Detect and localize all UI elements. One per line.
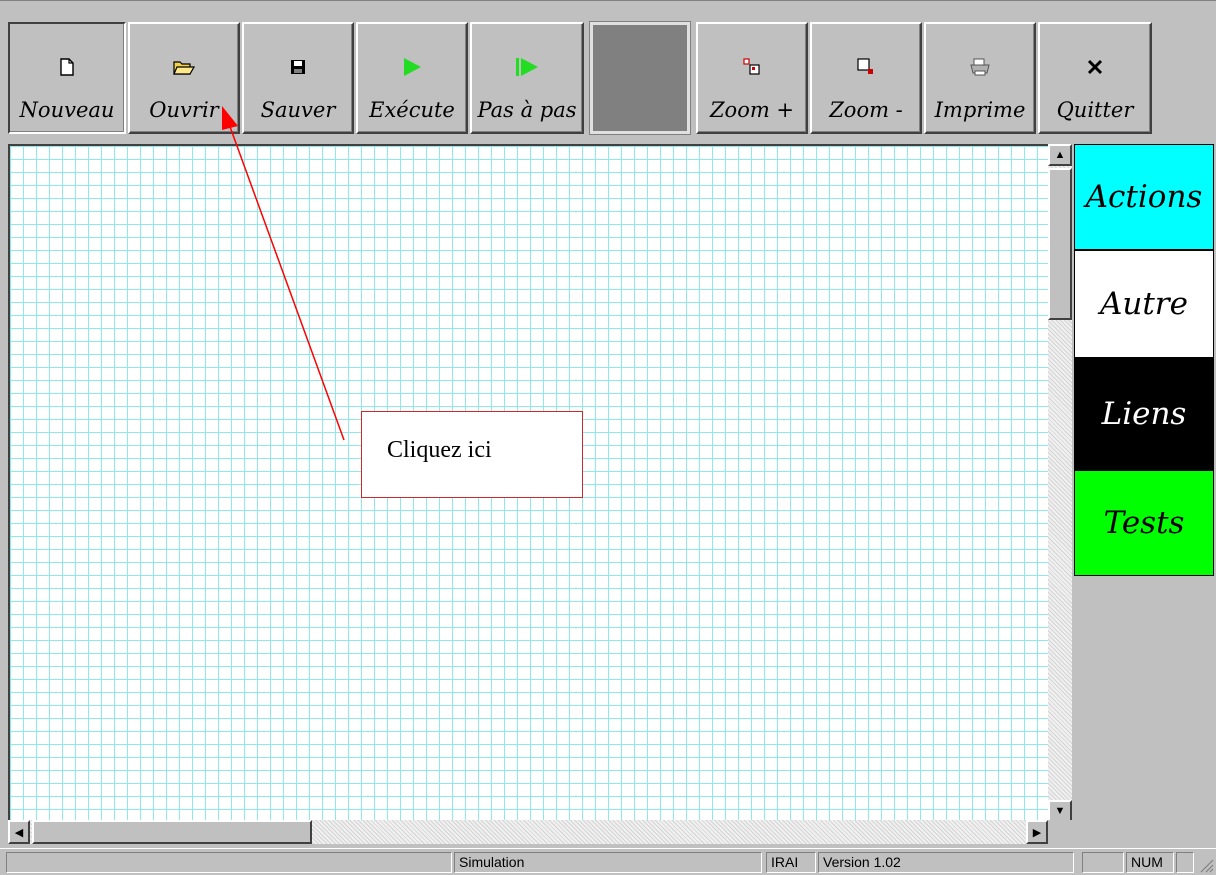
vertical-scrollbar[interactable]: ▲ ▼ bbox=[1048, 144, 1072, 822]
scroll-up-button[interactable]: ▲ bbox=[1048, 144, 1072, 166]
palette-actions-button[interactable]: Actions bbox=[1074, 144, 1214, 250]
close-x-icon bbox=[1040, 56, 1150, 78]
scroll-down-button[interactable]: ▼ bbox=[1048, 800, 1072, 822]
new-document-icon bbox=[10, 56, 124, 78]
status-app: IRAI bbox=[766, 852, 816, 873]
printer-icon bbox=[926, 56, 1034, 78]
palette-liens-button[interactable]: Liens bbox=[1074, 358, 1214, 470]
zoom-out-button-label: Zoom - bbox=[829, 98, 903, 122]
horizontal-scroll-thumb[interactable] bbox=[32, 820, 312, 844]
vertical-scroll-thumb[interactable] bbox=[1048, 168, 1072, 320]
save-button-label: Sauver bbox=[260, 98, 336, 122]
scrollbar-corner bbox=[1048, 820, 1072, 844]
palette-tests-label: Tests bbox=[1103, 505, 1185, 541]
status-bar: Simulation IRAI Version 1.02 NUM bbox=[0, 848, 1216, 875]
open-button-label: Ouvrir bbox=[149, 98, 219, 122]
status-scroll-indicator bbox=[1176, 852, 1194, 873]
play-icon bbox=[358, 56, 466, 78]
status-mode: Simulation bbox=[454, 852, 762, 873]
status-panel-empty bbox=[6, 852, 452, 873]
palette-autre-button[interactable]: Autre bbox=[1074, 250, 1214, 358]
save-button[interactable]: Sauver bbox=[242, 22, 354, 134]
print-button-label: Imprime bbox=[934, 98, 1026, 122]
toolbar: Nouveau Ouvrir Sauver Exécute Pas à pas … bbox=[8, 14, 1174, 136]
arrow-left-icon: ◀ bbox=[14, 826, 24, 839]
status-caps-indicator bbox=[1082, 852, 1124, 873]
zoom-out-button[interactable]: Zoom - bbox=[810, 22, 922, 134]
status-version: Version 1.02 bbox=[818, 852, 1074, 873]
palette-actions-label: Actions bbox=[1085, 179, 1203, 215]
execute-button[interactable]: Exécute bbox=[356, 22, 468, 134]
new-button-label: Nouveau bbox=[19, 98, 115, 122]
print-button[interactable]: Imprime bbox=[924, 22, 1036, 134]
scroll-right-button[interactable]: ▶ bbox=[1026, 820, 1048, 844]
status-num-indicator: NUM bbox=[1126, 852, 1174, 873]
color-swatch[interactable] bbox=[589, 21, 691, 135]
step-play-icon bbox=[472, 56, 582, 78]
zoom-in-button-label: Zoom + bbox=[709, 98, 795, 122]
step-button[interactable]: Pas à pas bbox=[470, 22, 584, 134]
open-folder-icon bbox=[130, 56, 238, 78]
zoom-out-icon bbox=[812, 56, 920, 78]
save-disk-icon bbox=[244, 56, 352, 78]
open-button[interactable]: Ouvrir bbox=[128, 22, 240, 134]
new-button[interactable]: Nouveau bbox=[8, 22, 126, 134]
zoom-in-icon bbox=[698, 56, 806, 78]
arrow-down-icon: ▼ bbox=[1054, 805, 1066, 817]
arrow-up-icon: ▲ bbox=[1054, 149, 1066, 161]
palette-autre-label: Autre bbox=[1100, 286, 1188, 322]
quit-button-label: Quitter bbox=[1056, 98, 1134, 122]
annotation-text: Cliquez ici bbox=[387, 437, 492, 463]
execute-button-label: Exécute bbox=[369, 98, 455, 122]
horizontal-scrollbar[interactable]: ◀ ▶ bbox=[8, 820, 1048, 844]
scroll-left-button[interactable]: ◀ bbox=[8, 820, 30, 844]
zoom-in-button[interactable]: Zoom + bbox=[696, 22, 808, 134]
palette-tests-button[interactable]: Tests bbox=[1074, 470, 1214, 576]
palette-liens-label: Liens bbox=[1101, 396, 1187, 432]
step-button-label: Pas à pas bbox=[477, 98, 577, 122]
annotation-callout: Cliquez ici bbox=[361, 411, 583, 498]
resize-grip-icon[interactable] bbox=[1198, 857, 1214, 873]
window-frame-top bbox=[0, 0, 1216, 10]
arrow-right-icon: ▶ bbox=[1032, 826, 1042, 839]
quit-button[interactable]: Quitter bbox=[1038, 22, 1152, 134]
